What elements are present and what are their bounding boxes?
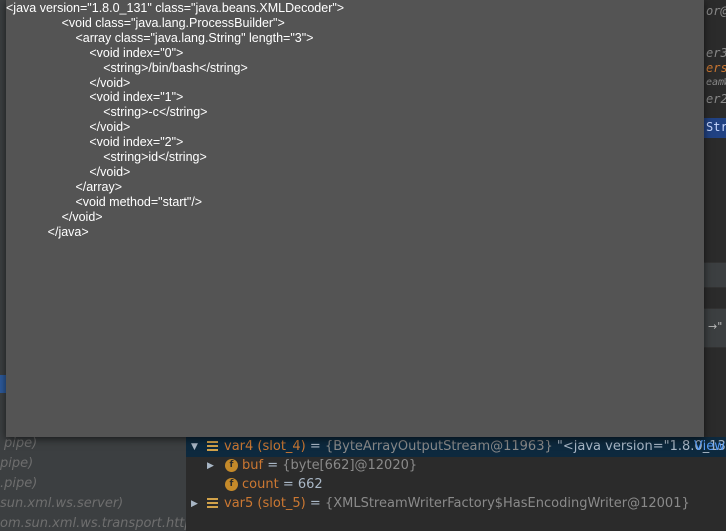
variable-ref: {ByteArrayOutputStream@11963}	[324, 439, 553, 454]
view-link[interactable]: View	[694, 439, 725, 454]
popup-line: </void>	[6, 120, 131, 135]
field-icon: f	[225, 459, 238, 472]
editor-fragment: or@	[706, 4, 726, 18]
popup-line: <string>id</string>	[6, 150, 207, 165]
equals-sign: =	[305, 439, 325, 454]
editor-fragment: eamW	[706, 77, 726, 88]
field-icon: f	[225, 478, 238, 491]
editor-fragment: er2	[706, 92, 726, 106]
popup-line: </java>	[6, 224, 89, 239]
variable-name: var4 (slot_4)	[224, 439, 306, 454]
variable-row-count[interactable]: f count = 662	[186, 475, 726, 495]
variable-row-buf[interactable]: ▶ f buf = {byte[662]@12020}	[186, 456, 726, 476]
popup-line: <void index="2">	[6, 135, 184, 150]
equals-sign: =	[263, 458, 283, 473]
frame-item[interactable]: pipe)	[0, 456, 33, 471]
variable-value: 662	[297, 477, 323, 492]
popup-line: </void>	[6, 164, 131, 179]
frame-item[interactable]: pipe)	[4, 437, 37, 451]
frame-item[interactable]: sun.xml.ws.server)	[0, 496, 123, 511]
popup-line: <void class="java.lang.ProcessBuilder">	[6, 15, 285, 30]
toolbar-band	[704, 262, 726, 288]
popup-text: <java version="1.8.0_131" class="java.be…	[6, 1, 344, 240]
editor-selected-token[interactable]: Str	[704, 118, 726, 138]
variable-name: buf	[242, 458, 264, 473]
frame-item[interactable]: .pipe)	[0, 476, 37, 491]
popup-line: <array class="java.lang.String" length="…	[6, 30, 314, 45]
popup-line: </array>	[6, 179, 123, 194]
variable-ref: {XMLStreamWriterFactory$HasEncodingWrite…	[324, 496, 690, 511]
collapsed-arrow-icon[interactable]: ▶	[207, 461, 214, 471]
popup-line: <string>/bin/bash</string>	[6, 60, 248, 75]
popup-line: <void method="start"/>	[6, 194, 203, 209]
popup-line: <java version="1.8.0_131" class="java.be…	[6, 1, 345, 15]
collapsed-arrow-icon[interactable]: ▶	[191, 499, 198, 509]
variable-name: count	[242, 477, 279, 492]
equals-sign: =	[278, 477, 298, 492]
editor-fragment: er3	[706, 46, 726, 60]
variable-row-var5[interactable]: ▶ var5 (slot_5) = {XMLStreamWriterFactor…	[186, 494, 726, 514]
editor-background: or@ er3 ersi eamW er2 Str	[704, 0, 726, 437]
step-arrow-icon[interactable]: →"	[708, 320, 722, 333]
popup-line: <string>-c</string>	[6, 105, 208, 120]
value-popup[interactable]: <java version="1.8.0_131" class="java.be…	[6, 0, 704, 437]
variable-ref: {byte[662]@12020}	[282, 458, 418, 473]
popup-line: </void>	[6, 75, 131, 90]
expanded-arrow-icon[interactable]: ▼	[191, 442, 198, 452]
variable-row-var4[interactable]: ▼ var4 (slot_4) = {ByteArrayOutputStream…	[186, 437, 726, 457]
editor-selected-text: Str	[706, 120, 726, 134]
variables-panel: ▼ var4 (slot_4) = {ByteArrayOutputStream…	[186, 437, 726, 531]
list-icon	[207, 441, 218, 452]
popup-line: <void index="1">	[6, 90, 184, 105]
list-icon	[207, 498, 218, 509]
editor-fragment: ersi	[706, 61, 726, 75]
popup-line: </void>	[6, 209, 103, 224]
frames-list: pipe) pipe) .pipe) sun.xml.ws.server) om…	[0, 437, 186, 531]
equals-sign: =	[305, 496, 325, 511]
frame-item[interactable]: om.sun.xml.ws.transport.http	[0, 516, 186, 531]
variable-name: var5 (slot_5)	[224, 496, 306, 511]
popup-line: <void index="0">	[6, 45, 184, 60]
